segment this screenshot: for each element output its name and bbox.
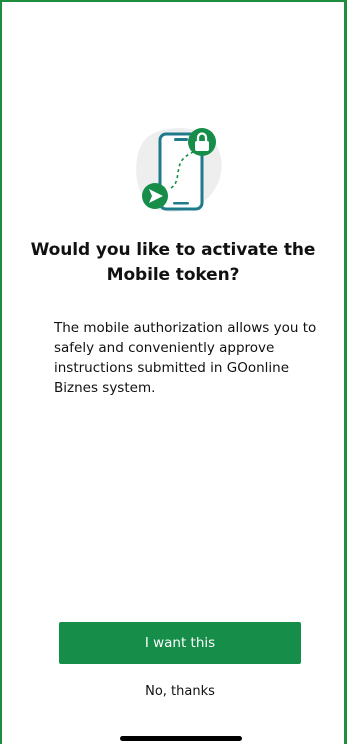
mobile-phone-lock-send-icon <box>133 124 229 218</box>
home-indicator <box>120 736 242 741</box>
mobile-token-activation-screen: Would you like to activate the Mobile to… <box>0 0 347 744</box>
decline-button[interactable]: No, thanks <box>104 679 256 703</box>
description-text: The mobile authorization allows you to s… <box>54 320 317 396</box>
activate-button[interactable]: I want this <box>59 622 301 664</box>
page-title: Would you like to activate the Mobile to… <box>30 240 316 285</box>
